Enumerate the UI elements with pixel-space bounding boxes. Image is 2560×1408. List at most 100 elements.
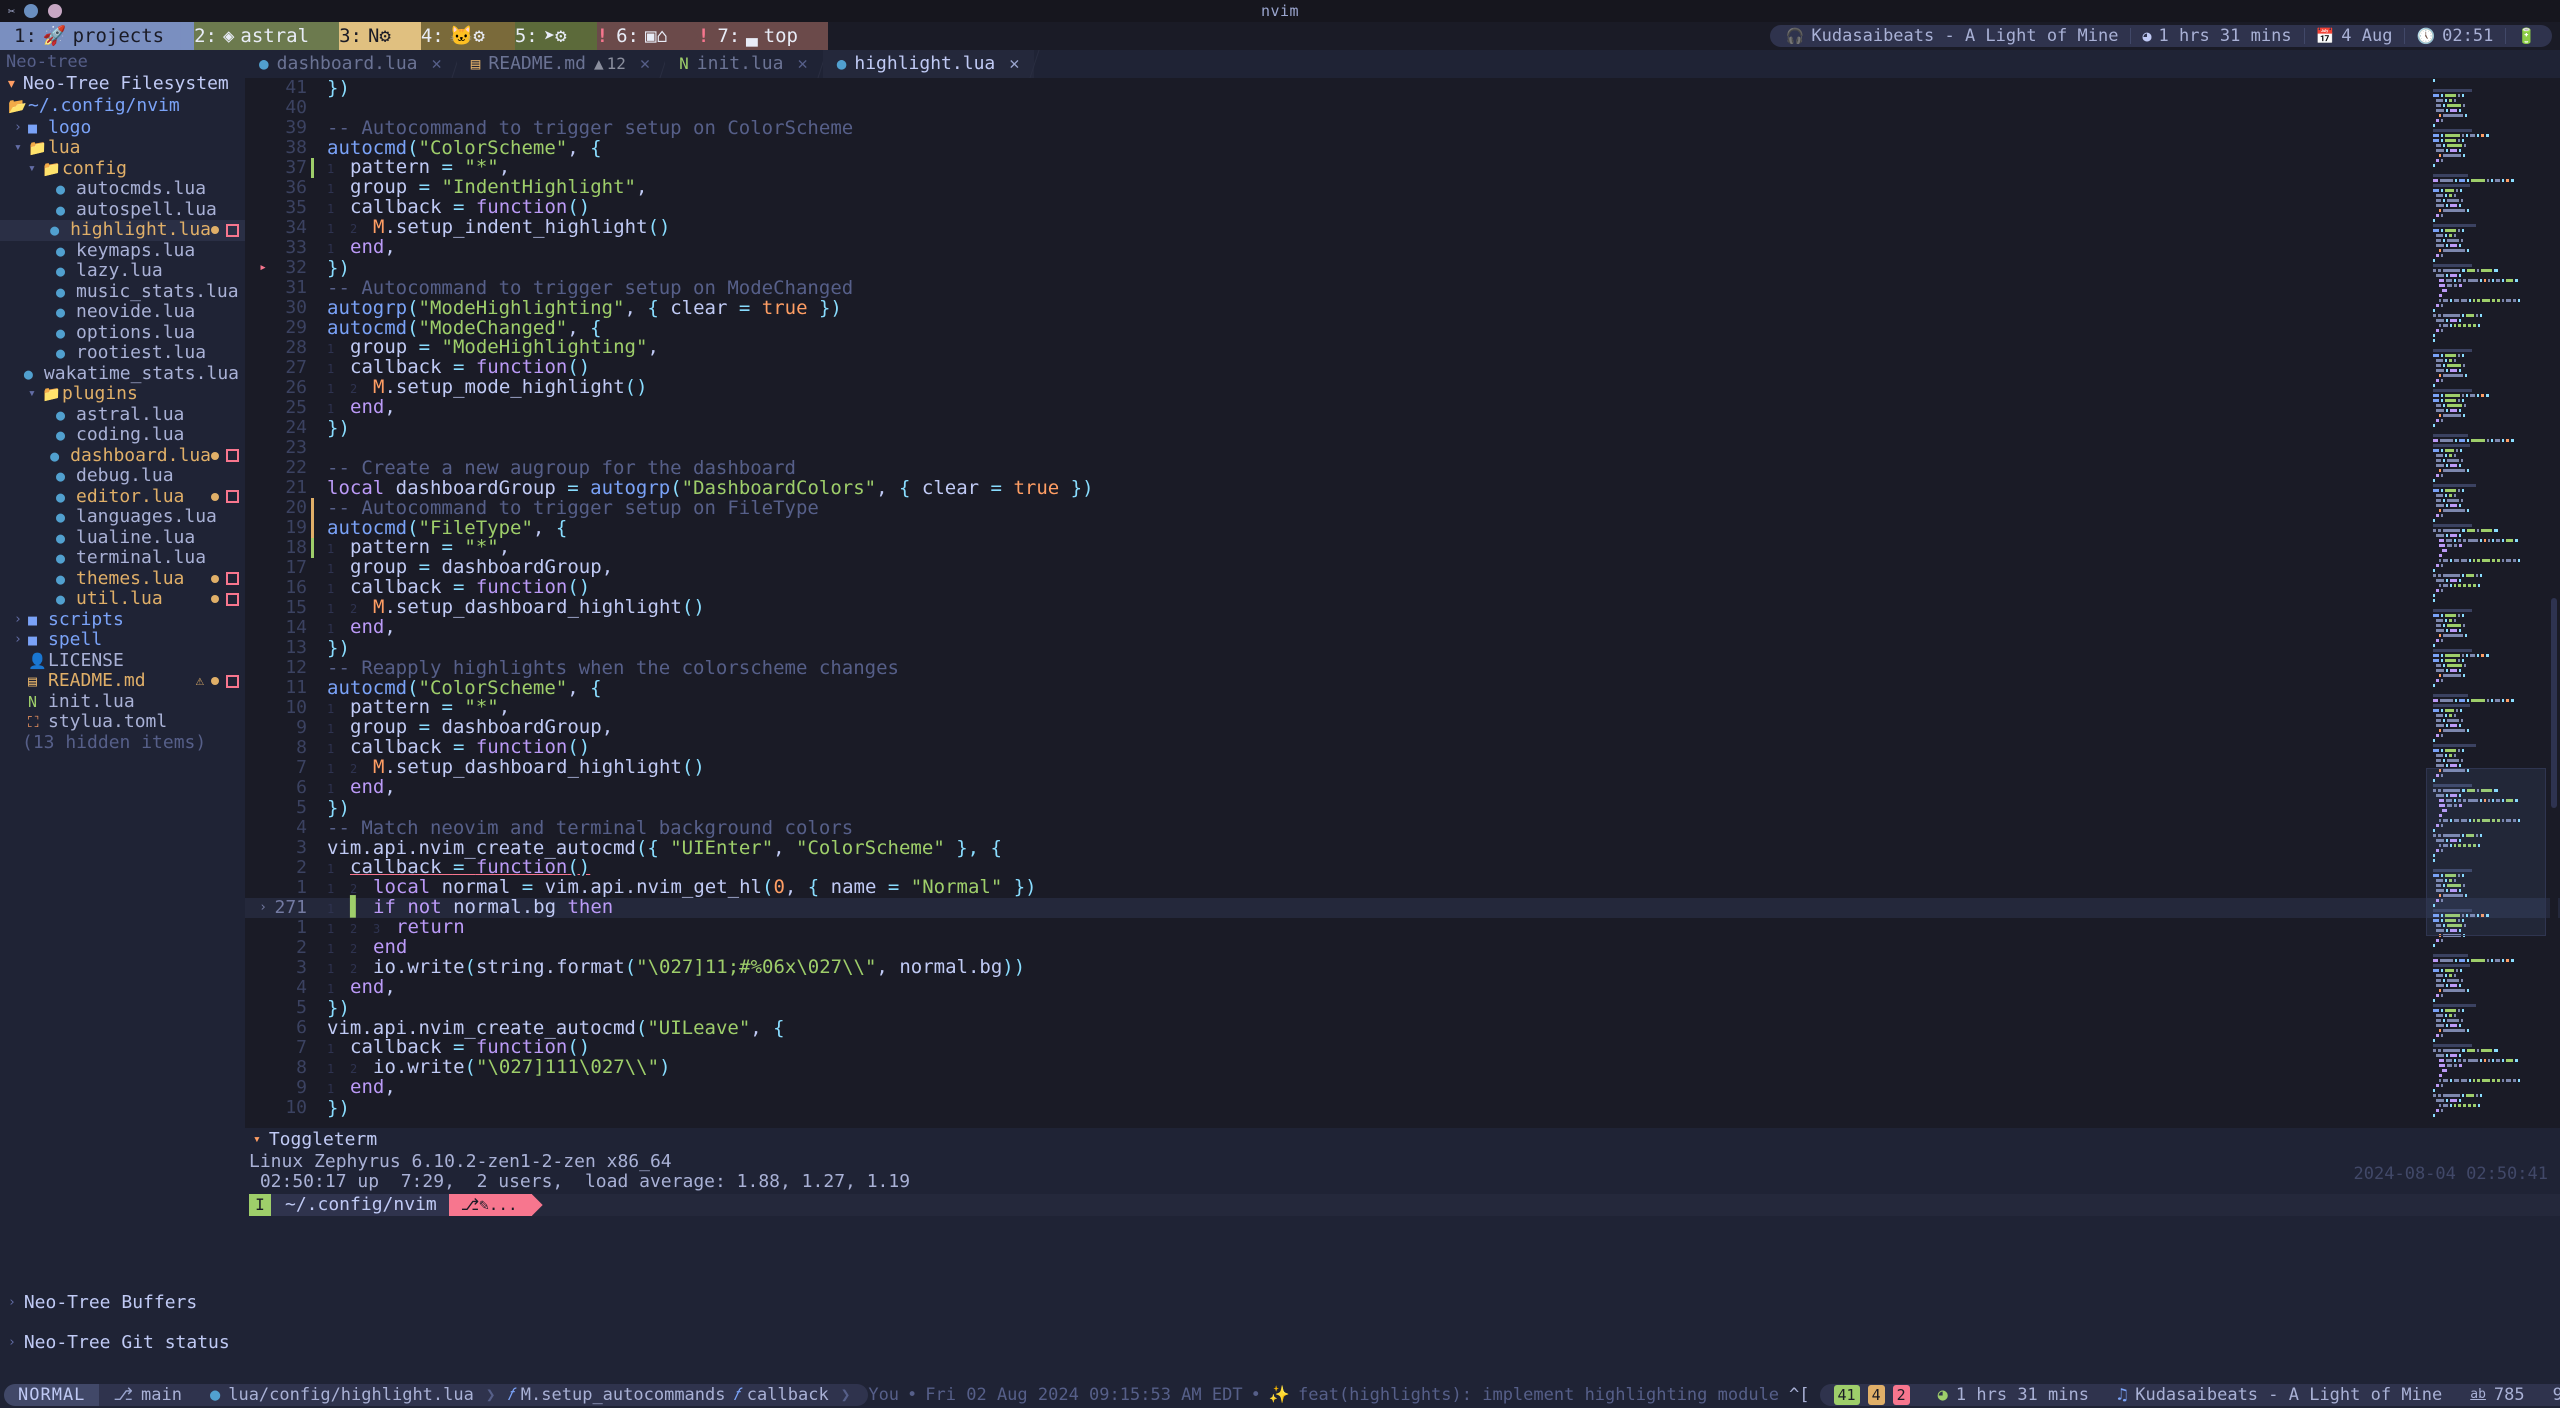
neo-tree-filesystem-title[interactable]: ▾ Neo-Tree Filesystem bbox=[0, 72, 245, 96]
workspace-tab-4[interactable]: 4: 🐱⚙ bbox=[406, 22, 515, 50]
tree-file-row[interactable]: ▤ README.md ⚠ bbox=[0, 671, 245, 692]
statusline-wakatime[interactable]: ◕ 1 hrs 31 mins bbox=[1923, 1384, 2103, 1406]
chevron-down-icon[interactable]: ▾ bbox=[28, 384, 42, 404]
toggleterm-panel[interactable]: ▾ Toggleterm Linux Zephyrus 6.10.2-zen1-… bbox=[245, 1128, 2560, 1382]
toggleterm-header[interactable]: ▾ Toggleterm bbox=[245, 1128, 2560, 1152]
editor-scrollbar[interactable] bbox=[2550, 78, 2558, 1128]
tree-folder-row[interactable]: ▾ 📁 plugins bbox=[0, 384, 245, 405]
code-line[interactable]: 25 1 end, bbox=[245, 397, 2560, 418]
tree-file-row[interactable]: ● highlight.lua bbox=[0, 220, 245, 241]
minimap-viewport[interactable] bbox=[2426, 768, 2546, 936]
chevron-down-icon[interactable]: ▾ bbox=[14, 138, 28, 158]
tree-file-row[interactable]: ● autospell.lua bbox=[0, 199, 245, 221]
tree-folder-row[interactable]: › ■ scripts bbox=[0, 609, 245, 631]
code-line[interactable]: 8 1 2 io.write("\027]111\027\\") bbox=[245, 1057, 2560, 1078]
code-line[interactable]: 41}) bbox=[245, 78, 2560, 98]
tree-file-row[interactable]: ● music_stats.lua bbox=[0, 281, 245, 303]
statusline-branch[interactable]: ⎇ main bbox=[99, 1384, 196, 1406]
buffer-close-icon[interactable]: ✕ bbox=[432, 54, 442, 74]
statusline-music[interactable]: ♫ Kudasaibeats - A Light of Mine bbox=[2102, 1384, 2457, 1406]
tree-file-row[interactable]: ● dashboard.lua bbox=[0, 445, 245, 467]
code-line[interactable]: 40 bbox=[245, 98, 2560, 118]
code-line[interactable]: 33 1 end, bbox=[245, 237, 2560, 258]
buffer-close-icon[interactable]: ✕ bbox=[1009, 54, 1019, 74]
tree-folder-row[interactable]: › ■ logo bbox=[0, 117, 245, 139]
code-line[interactable]: 2 1 2 end bbox=[245, 937, 2560, 958]
code-line[interactable]: 4 1 end, bbox=[245, 977, 2560, 998]
code-line[interactable]: 29 autocmd("ModeChanged", { bbox=[245, 318, 2560, 339]
code-line[interactable]: 19 autocmd("FileType", { bbox=[245, 518, 2560, 538]
code-line[interactable]: 6 1 end, bbox=[245, 777, 2560, 798]
tree-file-row[interactable]: ● terminal.lua bbox=[0, 548, 245, 569]
tree-file-row[interactable]: ● wakatime_stats.lua bbox=[0, 363, 245, 385]
chevron-right-icon[interactable]: › bbox=[14, 610, 28, 630]
tree-file-row[interactable]: ● astral.lua bbox=[0, 404, 245, 426]
code-line[interactable]: 38 autocmd("ColorScheme", { bbox=[245, 138, 2560, 159]
buffer-tabline[interactable]: ● dashboard.lua ✕ ▤ README.md ▲ 12 ✕ Ninit.lua ✕ ●… bbox=[245, 50, 2560, 78]
code-line[interactable]: 18 1 pattern = "*", bbox=[245, 537, 2560, 558]
tree-root-path[interactable]: 📂 ~/.config/nvim bbox=[0, 96, 245, 117]
code-line[interactable]: 3 1 2 io.write(string.format("\027]11;#%06x… bbox=[245, 957, 2560, 978]
tree-file-row[interactable]: ● util.lua bbox=[0, 589, 245, 610]
chevron-down-icon[interactable]: ▾ bbox=[28, 159, 42, 179]
code-line[interactable]: 30 autogrp("ModeHighlighting", { clear = … bbox=[245, 298, 2560, 319]
code-line[interactable]: 20 -- Autocommand to trigger setup on Fil… bbox=[245, 498, 2560, 518]
tree-file-row[interactable]: ● editor.lua bbox=[0, 486, 245, 508]
neo-tree-buffers-section[interactable]: › Neo-Tree Buffers bbox=[0, 1290, 245, 1316]
code-line[interactable]: 7 1 2 M.setup_dashboard_highlight() bbox=[245, 757, 2560, 778]
top-clock-status[interactable]: 🕔 02:51 bbox=[2404, 25, 2505, 47]
chevron-right-icon[interactable]: › bbox=[14, 118, 28, 138]
code-line[interactable]: ▸ 32}) bbox=[245, 258, 2560, 279]
tree-file-row[interactable]: ● lazy.lua bbox=[0, 261, 245, 282]
code-line[interactable]: 21 local dashboardGroup = autogrp("Dashbo… bbox=[245, 478, 2560, 499]
code-line[interactable]: 17 1 group = dashboardGroup, bbox=[245, 557, 2560, 578]
neo-tree-sidebar[interactable]: Neo-tree ▾ Neo-Tree Filesystem 📂 ~/.conf… bbox=[0, 50, 245, 1382]
code-line[interactable]: 9 1 end, bbox=[245, 1077, 2560, 1098]
buffer-tab-2[interactable]: Ninit.lua ✕ bbox=[665, 50, 822, 78]
workspace-tab-2[interactable]: 2: ◈ astral bbox=[180, 22, 340, 50]
code-line[interactable]: 26 1 2 M.setup_mode_highlight() bbox=[245, 377, 2560, 398]
tree-file-row[interactable]: Ninit.lua bbox=[0, 691, 245, 713]
buffer-tab-3[interactable]: ● highlight.lua ✕ bbox=[822, 50, 1034, 78]
code-line[interactable]: 16 1 callback = function() bbox=[245, 577, 2560, 598]
code-line[interactable]: 24}) bbox=[245, 418, 2560, 439]
code-line[interactable]: 4 -- Match neovim and terminal background… bbox=[245, 818, 2560, 839]
code-line[interactable]: 15 1 2 M.setup_dashboard_highlight() bbox=[245, 597, 2560, 618]
code-line[interactable]: 8 1 callback = function() bbox=[245, 737, 2560, 758]
code-line[interactable]: 39 -- Autocommand to trigger setup on Col… bbox=[245, 118, 2560, 139]
code-line[interactable]: 5}) bbox=[245, 998, 2560, 1019]
workspace-tab-6[interactable]: ! 6: ▣⌂ bbox=[582, 22, 698, 50]
tree-folder-row[interactable]: ▾ 📁 config bbox=[0, 158, 245, 180]
code-line[interactable]: 3 vim.api.nvim_create_autocmd({ "UIEnter"… bbox=[245, 838, 2560, 859]
statusline-file[interactable]: ● lua/config/highlight.lua ❯ 𝑓 M.setup_a… bbox=[195, 1384, 869, 1406]
code-editor[interactable]: 41}) 40 39 -- Autocommand to trigger setup … bbox=[245, 78, 2560, 1128]
tree-file-row[interactable]: 👤 LICENSE bbox=[0, 650, 245, 672]
buffer-close-icon[interactable]: ✕ bbox=[797, 54, 807, 74]
code-line[interactable]: 10 1 pattern = "*", bbox=[245, 697, 2560, 718]
code-line[interactable]: 2 1 callback = function() bbox=[245, 857, 2560, 878]
tree-file-row[interactable]: ● options.lua bbox=[0, 322, 245, 344]
code-line[interactable]: 5}) bbox=[245, 798, 2560, 819]
code-line[interactable]: 10}) bbox=[245, 1098, 2560, 1119]
tree-file-row[interactable]: ● neovide.lua bbox=[0, 302, 245, 323]
code-line[interactable]: 1 1 2 local normal = vim.api.nvim_get_hl(0,… bbox=[245, 877, 2560, 898]
buffer-tab-0[interactable]: ● dashboard.lua ✕ bbox=[245, 50, 456, 78]
code-line[interactable]: 11 autocmd("ColorScheme", { bbox=[245, 678, 2560, 699]
code-line[interactable]: 31 -- Autocommand to trigger setup on Mod… bbox=[245, 278, 2560, 299]
statusline-wordcount[interactable]: ab 785 bbox=[2456, 1384, 2539, 1406]
tree-file-row[interactable]: ● languages.lua bbox=[0, 507, 245, 528]
tree-folder-row[interactable]: › ■ spell bbox=[0, 630, 245, 651]
tree-file-row[interactable]: ⛶ stylua.toml bbox=[0, 712, 245, 733]
tree-file-row[interactable]: ● debug.lua bbox=[0, 466, 245, 487]
code-line[interactable]: 34 1 2 M.setup_indent_highlight() bbox=[245, 217, 2560, 238]
code-line[interactable]: 36 1 group = "IndentHighlight", bbox=[245, 177, 2560, 198]
workspace-tab-7[interactable]: ! 7: ▃ top bbox=[683, 22, 828, 50]
top-battery-status[interactable]: 🔋 bbox=[2505, 25, 2548, 47]
code-line[interactable]: 12 -- Reapply highlights when the colorsc… bbox=[245, 658, 2560, 679]
tree-file-row[interactable]: ● autocmds.lua bbox=[0, 179, 245, 200]
neo-tree-file-list[interactable]: › ■ logo ▾ 📁 lua ▾ 📁 config ● autocmds.lua ● autospe… bbox=[0, 117, 245, 733]
tree-file-row[interactable]: ● rootiest.lua bbox=[0, 343, 245, 364]
code-line[interactable]: 22 -- Create a new augroup for the dashbo… bbox=[245, 458, 2560, 479]
neo-tree-git-section[interactable]: › Neo-Tree Git status bbox=[0, 1330, 245, 1356]
code-line[interactable]: 37 1 pattern = "*", bbox=[245, 157, 2560, 178]
